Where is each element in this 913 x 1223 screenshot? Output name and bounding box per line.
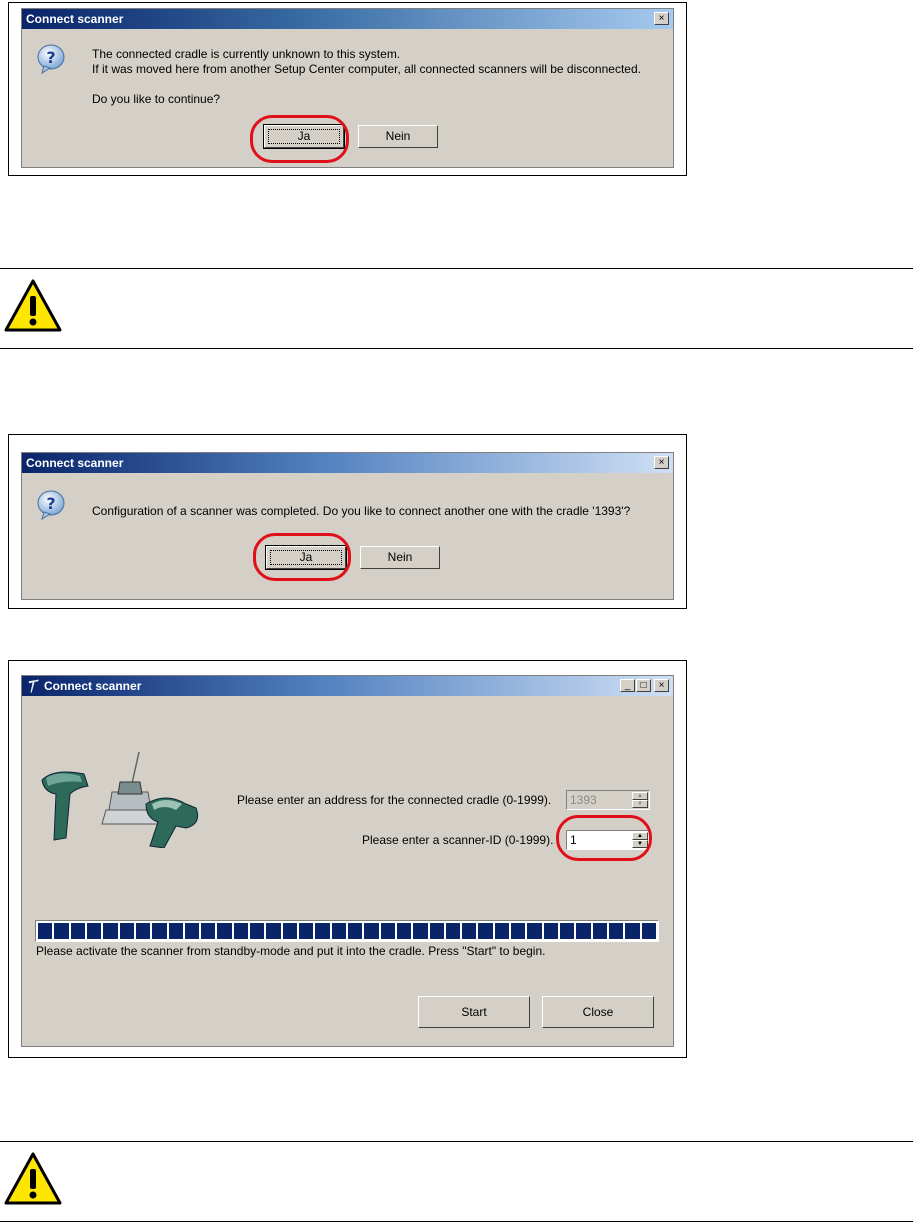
progress-block (282, 923, 297, 939)
progress-block (331, 923, 346, 939)
title-bar: Connect scanner _ □ × (22, 676, 673, 696)
start-label: Start (461, 1005, 487, 1019)
progress-block (184, 923, 200, 939)
progress-block (217, 923, 232, 939)
maximize-icon: □ (640, 680, 647, 691)
close-button[interactable]: × (654, 12, 669, 25)
divider-bottom-1 (0, 348, 913, 349)
message: Configuration of a scanner was completed… (92, 504, 631, 518)
window-connect-scanner: Connect scanner _ □ × Please enter an ad… (21, 675, 674, 1047)
close-icon: × (658, 13, 665, 24)
nein-button[interactable]: Nein (360, 546, 440, 569)
progress-block (135, 923, 151, 939)
progress-block (38, 923, 53, 939)
warning-icon (4, 279, 62, 332)
progress-block (413, 923, 428, 939)
highlight-ring-ja-2 (253, 533, 351, 581)
dialog-connect-scanner-2: Connect scanner × ? Configuration of a s… (21, 452, 674, 600)
nein-button[interactable]: Nein (358, 125, 438, 148)
progress-block (592, 923, 607, 939)
progress-block (119, 923, 134, 939)
progress-block (86, 923, 102, 939)
question-icon: ? (37, 490, 65, 521)
progress-block (152, 923, 167, 939)
cradle-address-field: 1393 ▲ ▼ (566, 790, 650, 810)
start-button[interactable]: Start (418, 996, 530, 1028)
progress-block (299, 923, 314, 939)
highlight-ring-scanner-id (556, 815, 652, 861)
spin-up-icon: ▲ (632, 792, 648, 800)
divider-top-2 (0, 1141, 913, 1142)
screenshot-frame-2: Connect scanner × ? Configuration of a s… (8, 434, 687, 609)
progress-block (527, 923, 542, 939)
progress-block (462, 923, 477, 939)
progress-block (608, 923, 624, 939)
nein-label: Nein (385, 129, 411, 143)
progress-block (576, 923, 591, 939)
svg-text:?: ? (46, 494, 55, 513)
progress-block (625, 923, 640, 939)
window-title: Connect scanner (26, 456, 124, 470)
progress-block (70, 923, 85, 939)
svg-text:?: ? (46, 48, 55, 67)
message-line-2: If it was moved here from another Setup … (92, 62, 641, 76)
close-icon: × (658, 457, 665, 468)
progress-block (494, 923, 510, 939)
close-dialog-label: Close (582, 1005, 614, 1019)
progress-block (560, 923, 575, 939)
minimize-button[interactable]: _ (620, 679, 635, 692)
status-text: Please activate the scanner from standby… (36, 944, 546, 958)
maximize-button[interactable]: □ (636, 679, 651, 692)
progress-block (478, 923, 493, 939)
progress-block (641, 923, 656, 939)
progress-block (250, 923, 265, 939)
progress-block (54, 923, 69, 939)
question-icon: ? (37, 44, 65, 75)
warning-icon (4, 1152, 62, 1205)
scanner-id-label: Please enter a scanner-ID (0-1999). (362, 833, 554, 847)
highlight-ring-ja-1 (250, 115, 349, 163)
progress-block (396, 923, 412, 939)
progress-block (543, 923, 558, 939)
close-dialog-button[interactable]: Close (542, 996, 654, 1028)
minimize-icon: _ (624, 680, 631, 691)
close-button[interactable]: × (654, 679, 669, 692)
nein-label: Nein (387, 550, 413, 564)
message-line-1: The connected cradle is currently unknow… (92, 47, 401, 61)
progress-block (233, 923, 249, 939)
scanner-cradle-image (41, 751, 199, 848)
spin-down-icon: ▼ (632, 800, 648, 808)
progress-block (380, 923, 395, 939)
progress-block (445, 923, 461, 939)
progress-block (429, 923, 444, 939)
divider-bottom-2 (0, 1221, 913, 1222)
progress-block (364, 923, 379, 939)
screenshot-frame-1: Connect scanner × ? The connected cradle… (8, 2, 687, 176)
progress-block (315, 923, 330, 939)
close-icon: × (658, 680, 665, 691)
cradle-address-label: Please enter an address for the connecte… (237, 793, 552, 807)
message-line-3: Do you like to continue? (92, 92, 221, 106)
title-bar: Connect scanner × (22, 9, 673, 29)
cradle-address-value: 1393 (570, 793, 597, 807)
divider-top-1 (0, 268, 913, 269)
progress-block (168, 923, 183, 939)
app-icon (27, 678, 41, 694)
progress-block (347, 923, 363, 939)
progress-bar (35, 920, 659, 942)
progress-block (266, 923, 281, 939)
progress-block (511, 923, 526, 939)
close-button[interactable]: × (654, 456, 669, 469)
window-title: Connect scanner (26, 12, 124, 26)
progress-block (103, 923, 118, 939)
cradle-address-spinner: ▲ ▼ (632, 792, 648, 808)
window-title: Connect scanner (44, 679, 142, 693)
title-bar: Connect scanner × (22, 453, 673, 473)
progress-block (201, 923, 216, 939)
